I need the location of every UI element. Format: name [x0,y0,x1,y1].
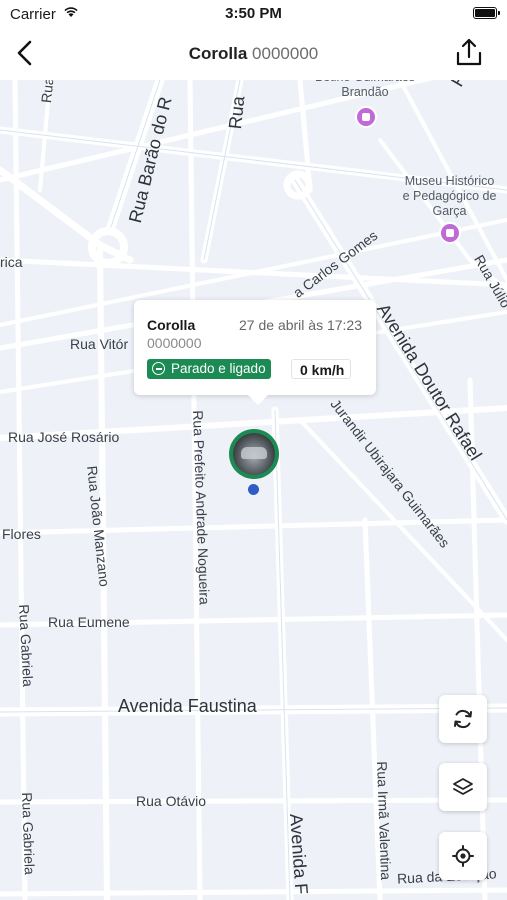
refresh-button[interactable] [439,695,487,743]
location-dot [248,484,259,495]
popup-vehicle-plate: 0000000 [147,335,202,351]
map-view[interactable]: Rua Sar Rua Barão do R Rua R rica Rua Vi… [0,80,507,900]
popup-timestamp: 27 de abril às 17:23 [239,317,362,333]
popup-vehicle-name: Corolla [147,317,196,333]
vehicle-plate: 0000000 [252,44,319,63]
locate-icon [452,845,474,867]
street-label: rica [0,254,23,270]
locate-button[interactable] [439,832,487,880]
street-label: Avenida Faustina [118,696,257,716]
street-label: Flores [2,526,41,542]
poi-pin-icon[interactable] [439,222,461,244]
share-icon [456,38,482,66]
street-label: Rua José Rosário [8,429,120,445]
vehicle-popup[interactable]: Corolla 27 de abril às 17:23 0000000 Par… [134,300,376,405]
street-label: Rua [225,95,249,131]
layers-button[interactable] [439,763,487,811]
street-label: Rua Vitór [70,336,129,352]
poi-pin-icon[interactable] [355,106,377,128]
refresh-icon [454,709,472,729]
nav-bar: Corolla 0000000 [0,30,507,80]
speed-badge: 0 km/h [291,359,352,379]
poi-label-museu: Museu Histórico e Pedagógico de Garça [402,174,497,218]
share-button[interactable] [453,36,485,70]
street-label: Rua Gabriela [19,792,38,876]
battery-icon [473,7,500,19]
street-label: Rua Otávio [136,793,207,809]
clock: 3:50 PM [225,5,282,22]
vehicle-photo [233,433,275,475]
vehicle-name: Corolla [188,44,248,63]
status-bar: Carrier 3:50 PM [0,0,507,30]
vehicle-marker[interactable] [229,429,279,479]
layers-icon [453,778,473,795]
page-title: Corolla 0000000 [0,44,507,64]
street-label: Rua Eumene [48,614,130,630]
poi-label-betino: Betino Guimarães Brandão [315,80,415,99]
status-badge: Parado e ligado [147,359,271,379]
